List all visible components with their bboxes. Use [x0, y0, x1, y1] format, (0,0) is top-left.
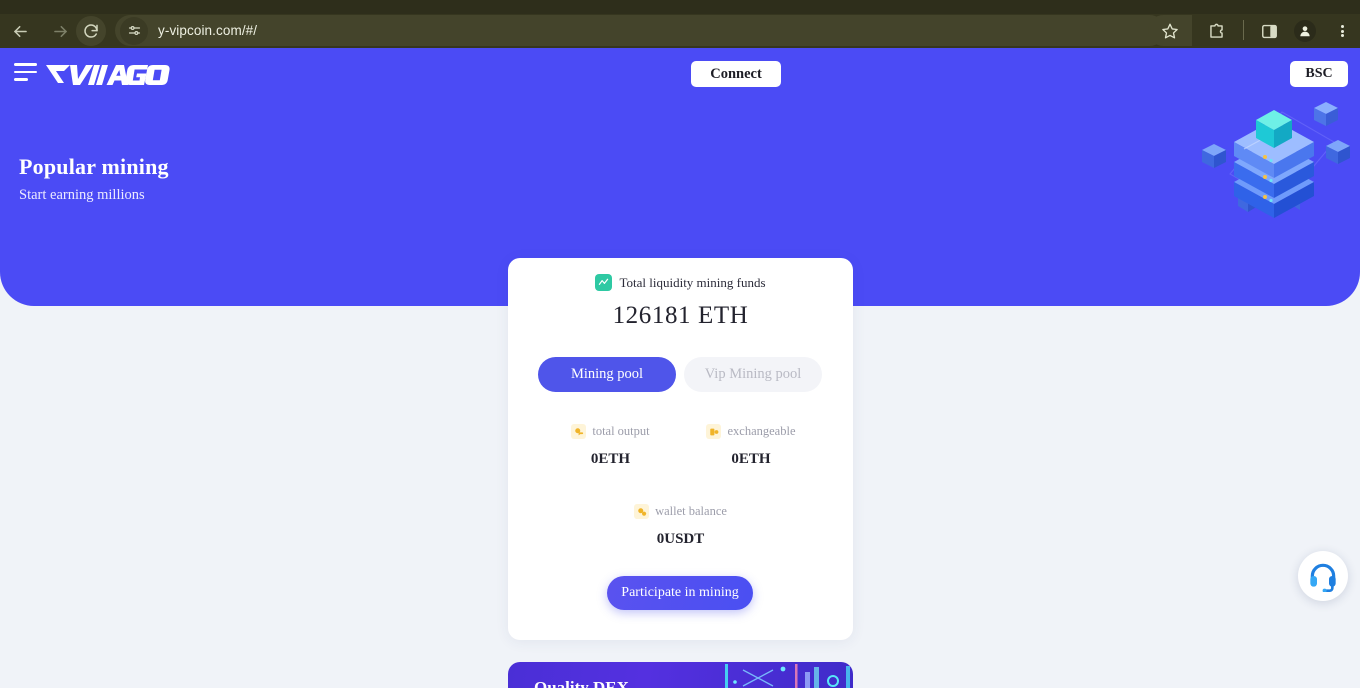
- coin-hand-icon: [571, 424, 587, 439]
- site-settings-icon: [128, 26, 140, 35]
- stat-label: exchangeable: [727, 424, 796, 438]
- chart-line-glyph: [599, 278, 609, 285]
- dex-banner-card[interactable]: Quality DEX: [508, 662, 853, 688]
- address-bar[interactable]: y-vipcoin.com/#/: [115, 15, 1165, 46]
- side-panel-icon: [1261, 24, 1277, 38]
- viago-logo[interactable]: [44, 59, 172, 89]
- card-header: Total liquidity mining funds: [508, 274, 853, 291]
- star-icon: [1162, 23, 1178, 39]
- hamburger-menu-icon[interactable]: [14, 63, 38, 85]
- side-panel-button[interactable]: [1255, 17, 1283, 45]
- exchange-coin-icon: [706, 424, 722, 439]
- extensions-button[interactable]: [1202, 17, 1230, 45]
- chrome-menu-button[interactable]: [1328, 17, 1356, 45]
- participate-in-mining-button[interactable]: Participate in mining: [607, 576, 753, 610]
- arrow-right-icon: [53, 25, 67, 37]
- avatar: [1294, 20, 1316, 42]
- bookmark-button[interactable]: [1148, 15, 1192, 46]
- reload-icon: [84, 24, 98, 38]
- coin-hand-glyph: [575, 427, 584, 435]
- reload-button[interactable]: [76, 16, 106, 46]
- pool-tabs: Mining pool Vip Mining pool: [538, 357, 823, 392]
- exchange-coin-glyph: [710, 428, 719, 435]
- site-info-button[interactable]: [120, 16, 148, 45]
- forward-button[interactable]: [45, 16, 75, 46]
- stat-label: wallet balance: [655, 504, 727, 518]
- chart-decoration-icon: [725, 664, 850, 688]
- page-subtitle: Start earning millions: [19, 187, 145, 203]
- toolbar-divider: [1243, 20, 1244, 40]
- total-funds-amount: 126181 ETH: [612, 302, 749, 329]
- network-selector-badge[interactable]: BSC: [1290, 61, 1348, 87]
- isometric-server-mining-rig-illustration: [1202, 102, 1350, 218]
- tab-mining-pool[interactable]: Mining pool: [538, 357, 676, 392]
- profile-avatar-icon: [1300, 26, 1310, 37]
- back-button[interactable]: [5, 16, 35, 46]
- extensions-puzzle-icon: [1209, 23, 1223, 38]
- app-header: Connect BSC: [0, 48, 1360, 100]
- three-dot-menu-icon: [1340, 24, 1344, 39]
- wallet-coin-icon: [634, 504, 650, 519]
- stat-exchangeable: exchangeable 0ETH: [676, 424, 826, 468]
- arrow-left-icon: [13, 25, 27, 37]
- page-title: Popular mining: [19, 154, 169, 179]
- headset-support-icon: [1310, 563, 1336, 592]
- customer-support-button[interactable]: [1298, 551, 1348, 601]
- mining-card: Total liquidity mining funds 126181 ETH …: [508, 258, 853, 640]
- stat-head: exchangeable: [676, 424, 826, 439]
- stat-head: total output: [538, 424, 683, 439]
- url-text: y-vipcoin.com/#/: [158, 23, 258, 38]
- tab-vip-mining-pool[interactable]: Vip Mining pool: [684, 357, 822, 392]
- wallet-coin-glyph: [637, 507, 646, 516]
- liquidity-chart-icon: [595, 274, 613, 291]
- stat-wallet-balance: wallet balance 0USDT: [508, 504, 853, 548]
- stat-total-output: total output 0ETH: [538, 424, 683, 468]
- browser-chrome: y-vipcoin.com/#/: [0, 0, 1360, 48]
- stat-value: 0USDT: [656, 531, 705, 547]
- dex-banner-title: Quality DEX: [534, 678, 629, 688]
- card-header-label: Total liquidity mining funds: [619, 274, 766, 290]
- tab-strip-edge: [0, 0, 1360, 14]
- connect-wallet-button[interactable]: Connect: [691, 61, 781, 87]
- stat-value: 0ETH: [731, 451, 771, 467]
- stat-head: wallet balance: [508, 504, 853, 519]
- stat-label: total output: [592, 424, 650, 438]
- profile-button[interactable]: [1291, 17, 1319, 45]
- stat-value: 0ETH: [590, 451, 631, 467]
